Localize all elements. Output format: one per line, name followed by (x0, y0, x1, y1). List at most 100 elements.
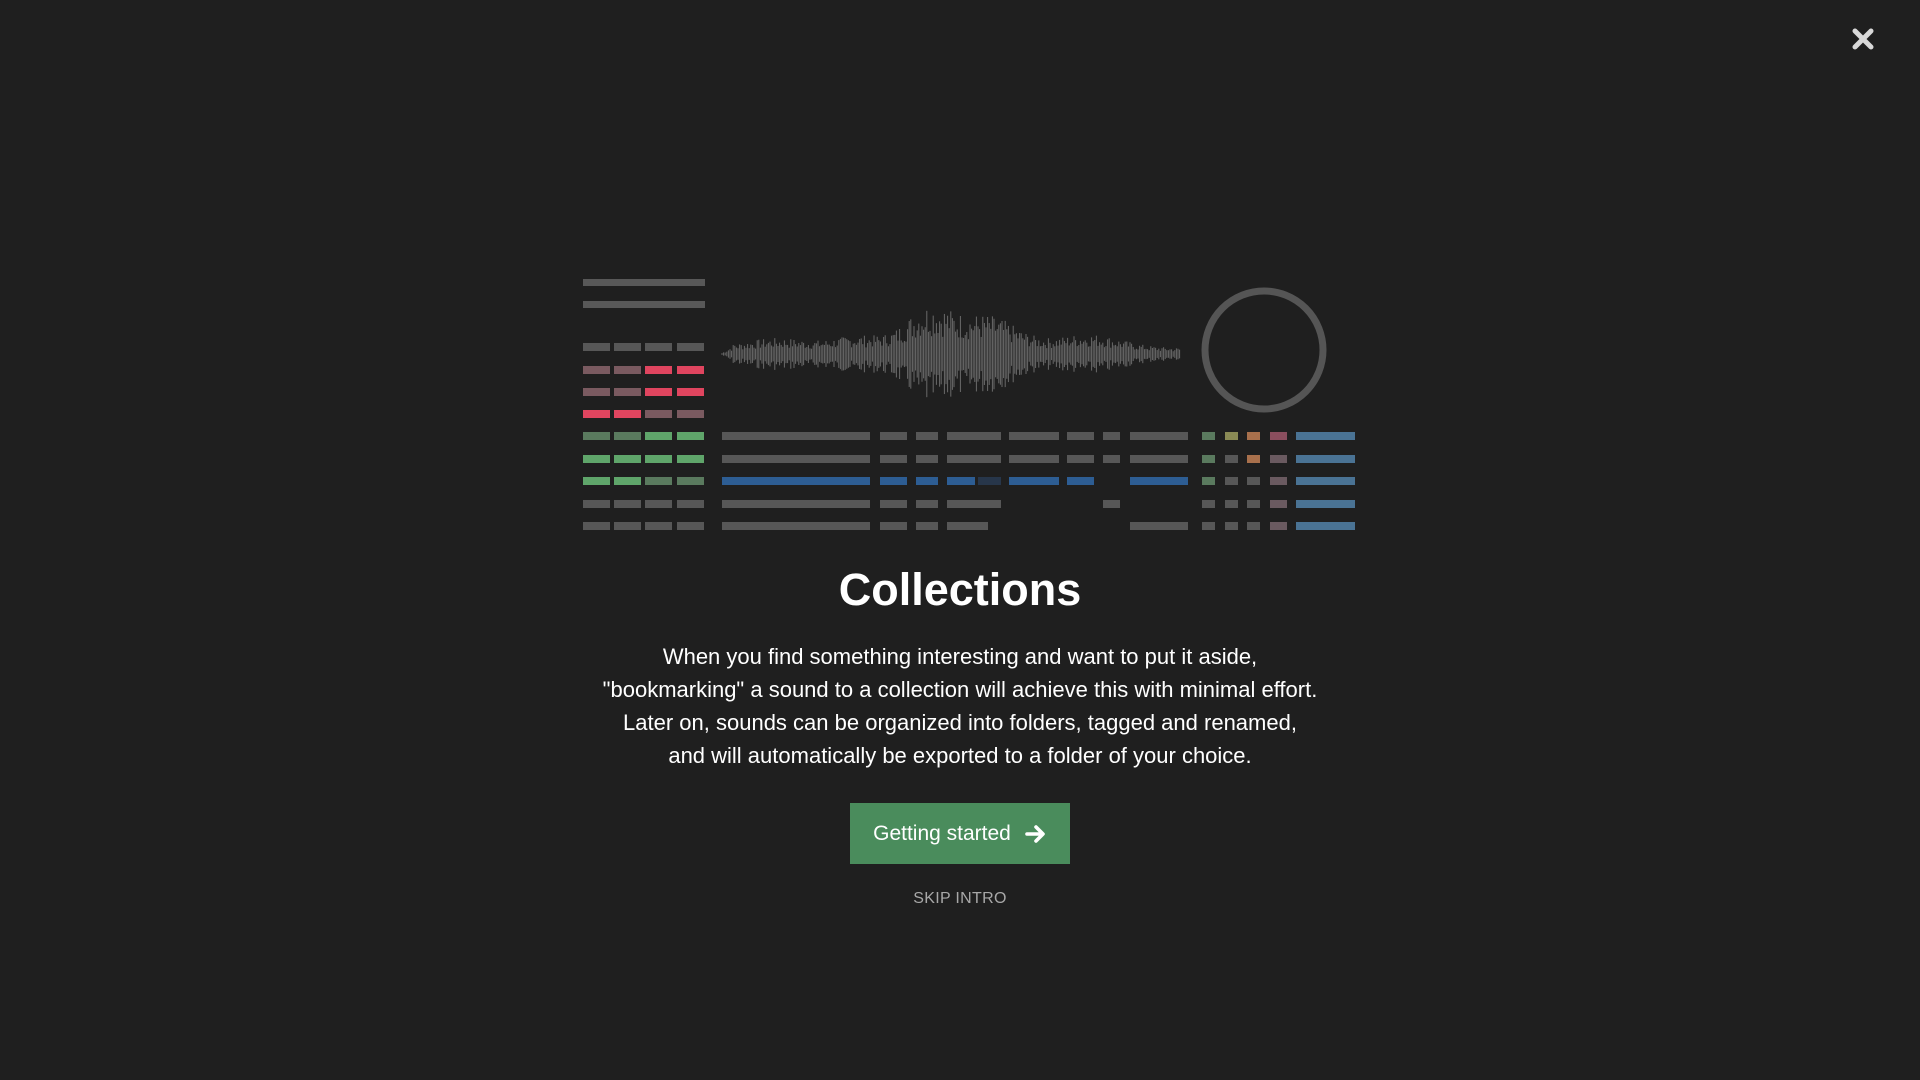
meter-cell (677, 455, 704, 463)
list-bar (916, 432, 938, 440)
right-bar (1296, 455, 1355, 463)
page-title: Collections (838, 564, 1082, 615)
record-circle-icon (1201, 287, 1327, 413)
right-list-bars (1296, 432, 1355, 530)
close-button[interactable] (1846, 22, 1880, 56)
meter-cell (614, 343, 641, 351)
list-bar (947, 477, 975, 485)
meter-cell (645, 500, 672, 508)
list-bar (916, 500, 938, 508)
list-bar (1067, 455, 1094, 463)
tag-swatch (1270, 522, 1287, 530)
tag-swatch (1202, 455, 1215, 463)
list-bar (1130, 522, 1188, 530)
description-line: "bookmarking" a sound to a collection wi… (602, 677, 1318, 702)
meter-cell (583, 455, 610, 463)
tag-swatch (1247, 500, 1260, 508)
list-bar (722, 455, 870, 463)
meter-cell (677, 410, 704, 418)
meter-cell (583, 477, 610, 485)
meter-cell (645, 522, 672, 530)
tag-swatch (1270, 477, 1287, 485)
meter-cell (614, 388, 641, 396)
list-bar (947, 500, 1001, 508)
tag-swatch (1225, 477, 1238, 485)
tag-swatches (1202, 432, 1287, 530)
tag-swatch (1225, 455, 1238, 463)
meter-cell (677, 366, 704, 374)
meter-cell (614, 477, 641, 485)
list-bar (1009, 455, 1059, 463)
tag-swatch (1270, 455, 1287, 463)
waveform (721, 310, 1181, 398)
list-bar (947, 432, 1001, 440)
tag-swatch (1202, 500, 1215, 508)
meter-cell (614, 366, 641, 374)
list-bar (916, 477, 938, 485)
tag-swatch (1225, 522, 1238, 530)
meter-cell (677, 432, 704, 440)
tag-swatch (1270, 500, 1287, 508)
meter-cell (645, 432, 672, 440)
getting-started-button[interactable]: Getting started (850, 803, 1070, 864)
right-bar (1296, 522, 1355, 530)
meter-cell (677, 522, 704, 530)
tag-swatch (1247, 522, 1260, 530)
list-bar (722, 522, 870, 530)
meter-cell (583, 388, 610, 396)
list-bar (722, 500, 870, 508)
tag-swatch (1270, 432, 1287, 440)
arrow-right-icon (1025, 824, 1045, 843)
tag-swatch (1247, 432, 1260, 440)
meter-cell (677, 388, 704, 396)
list-bar (880, 432, 907, 440)
meter-cell (614, 455, 641, 463)
tag-swatch (1202, 477, 1215, 485)
list-bar (1130, 477, 1188, 485)
list-bar (722, 477, 870, 485)
meter-cell (583, 432, 610, 440)
list-bar (880, 500, 907, 508)
list-bar (916, 522, 938, 530)
meter-cell (645, 477, 672, 485)
list-bar (1009, 432, 1059, 440)
list-bar (916, 455, 938, 463)
level-meter-grid (583, 343, 704, 530)
meter-cell (583, 522, 610, 530)
meter-cell (645, 343, 672, 351)
meter-cell (614, 432, 641, 440)
tag-swatch (1202, 432, 1215, 440)
list-bar (722, 432, 870, 440)
list-bar (880, 455, 907, 463)
tag-swatch (1225, 432, 1238, 440)
list-bar (978, 477, 1001, 485)
skip-intro-link[interactable]: SKIP INTRO (0, 890, 1920, 908)
meter-cell (583, 343, 610, 351)
description: When you find something interesting and … (0, 640, 1920, 772)
meter-cell (677, 500, 704, 508)
meter-cell (645, 388, 672, 396)
right-bar (1296, 432, 1355, 440)
meter-cell (645, 366, 672, 374)
meter-cell (583, 410, 610, 418)
right-bar (1296, 477, 1355, 485)
list-bar (880, 477, 907, 485)
list-bar (947, 455, 1001, 463)
description-line: and will automatically be exported to a … (668, 743, 1252, 768)
list-bar (880, 522, 907, 530)
collections-illustration (583, 279, 1355, 530)
list-bar (1067, 477, 1094, 485)
meter-cell (645, 410, 672, 418)
list-bar (1067, 432, 1094, 440)
meter-cell (645, 455, 672, 463)
tag-swatch (1247, 455, 1260, 463)
meter-cell (614, 500, 641, 508)
list-bar (1130, 455, 1188, 463)
meter-cell (583, 366, 610, 374)
list-bar (1009, 477, 1059, 485)
list-bar (1130, 432, 1188, 440)
list-bar (1103, 455, 1120, 463)
meter-cell (677, 343, 704, 351)
tag-swatch (1225, 500, 1238, 508)
meter-cell (614, 410, 641, 418)
